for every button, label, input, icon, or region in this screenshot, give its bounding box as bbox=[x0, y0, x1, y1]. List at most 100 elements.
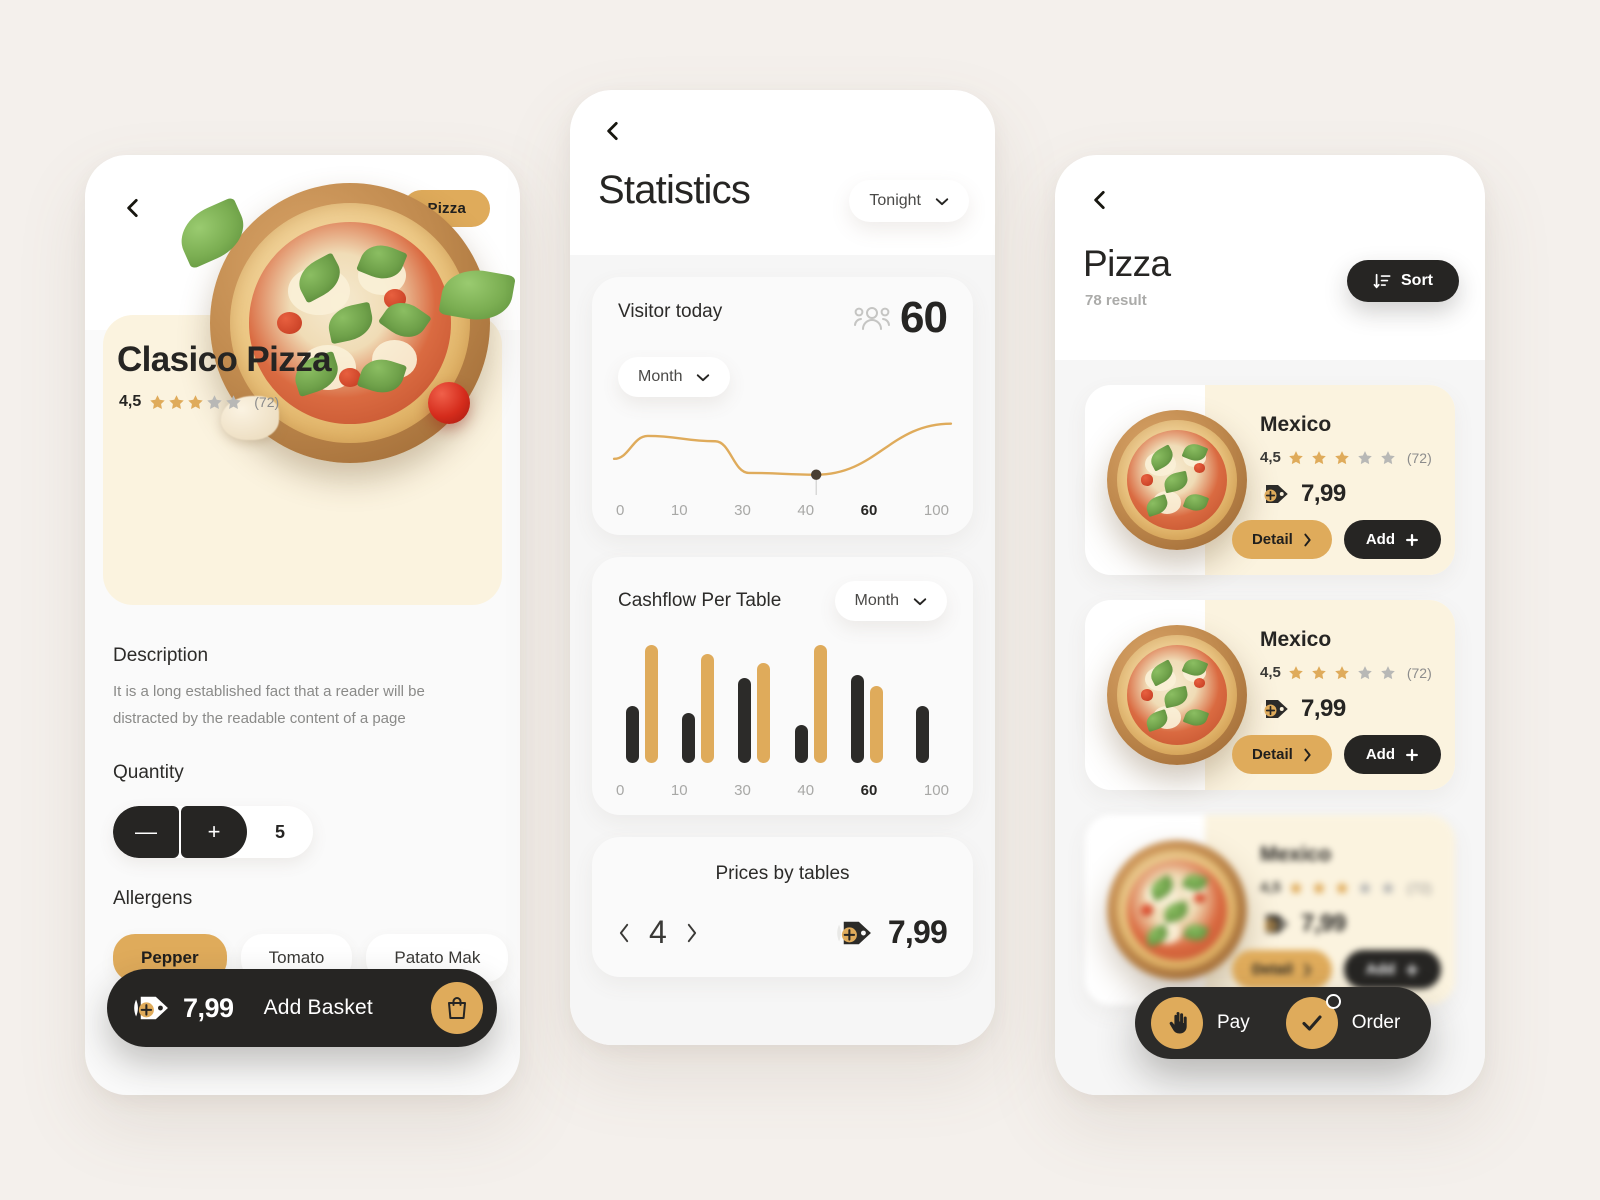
visitor-count-group: 60 bbox=[854, 293, 948, 343]
pizza-list-item[interactable]: Mexico 4,5 (72) 7,99 Detail Add bbox=[1085, 815, 1455, 1005]
item-price: 7,99 bbox=[1260, 910, 1432, 938]
chevron-right-icon bbox=[1304, 748, 1311, 761]
quantity-decrement-button[interactable]: — bbox=[113, 806, 179, 859]
shopping-bag-icon[interactable] bbox=[431, 982, 483, 1034]
pizza-list-item[interactable]: Mexico 4,5 (72) 7,99 Detail Add bbox=[1085, 385, 1455, 575]
price-tag-icon bbox=[837, 921, 871, 944]
chevron-right-icon[interactable] bbox=[685, 923, 698, 943]
add-button[interactable]: Add bbox=[1343, 950, 1441, 989]
star-icon bbox=[1312, 450, 1326, 464]
back-button[interactable] bbox=[600, 118, 626, 144]
rating-value: 4,5 bbox=[1260, 879, 1281, 896]
bar-dark bbox=[850, 674, 864, 763]
chevron-down-icon bbox=[913, 597, 927, 605]
cashflow-card-label: Cashflow Per Table bbox=[618, 590, 782, 611]
period-selector-value: Tonight bbox=[869, 192, 921, 209]
item-info: Mexico 4,5 (72) 7,99 bbox=[1260, 413, 1432, 508]
tomato-piece bbox=[1193, 893, 1205, 903]
basil-leaf bbox=[1147, 659, 1178, 687]
page-title: Pizza bbox=[1083, 243, 1171, 284]
tomato-piece bbox=[1193, 678, 1205, 688]
product-title: Clasico Pizza bbox=[117, 340, 332, 379]
chevron-left-icon[interactable] bbox=[618, 923, 631, 943]
order-button[interactable] bbox=[1285, 994, 1341, 1049]
axis-tick: 100 bbox=[923, 502, 949, 519]
rating-count: (72) bbox=[1406, 664, 1432, 681]
rating-count: (72) bbox=[1406, 449, 1432, 466]
pay-button[interactable] bbox=[1151, 997, 1203, 1049]
price-tag-icon bbox=[1260, 485, 1288, 503]
star-icon bbox=[207, 394, 222, 409]
basil-leaf bbox=[1147, 444, 1178, 472]
cashflow-range-selector[interactable]: Month bbox=[834, 581, 947, 621]
star-icon bbox=[1358, 665, 1372, 679]
detail-button[interactable]: Detail bbox=[1231, 950, 1332, 989]
star-icon bbox=[1335, 665, 1349, 679]
star-icon bbox=[1381, 450, 1395, 464]
cheese-blob bbox=[1182, 662, 1207, 683]
pizza-list-item[interactable]: Mexico 4,5 (72) 7,99 Detail Add bbox=[1085, 600, 1455, 790]
rating-count: (72) bbox=[254, 394, 280, 410]
basil-leaf bbox=[1144, 708, 1171, 732]
bar-group bbox=[618, 645, 666, 763]
detail-button[interactable]: Detail bbox=[1231, 735, 1332, 774]
prices-card-row: 4 7,99 bbox=[618, 914, 948, 951]
item-rating: 4,5 (72) bbox=[1260, 449, 1432, 466]
plus-icon bbox=[1406, 963, 1418, 976]
cashflow-chart-axis: 0 10 30 40 60 100 bbox=[592, 782, 973, 799]
description-text: It is a long established fact that a rea… bbox=[113, 683, 425, 727]
basil-leaf bbox=[1162, 470, 1190, 494]
cheese-blob bbox=[1144, 882, 1176, 906]
quantity-increment-button[interactable]: + bbox=[181, 806, 247, 859]
visitor-line-path bbox=[612, 422, 953, 476]
table-pager: 4 bbox=[618, 914, 698, 951]
table-number: 4 bbox=[649, 914, 667, 950]
axis-tick: 0 bbox=[616, 502, 625, 519]
sort-button[interactable]: Sort bbox=[1347, 260, 1459, 302]
cheese-blob bbox=[1144, 452, 1176, 476]
star-icon bbox=[1381, 665, 1395, 679]
list-header: Pizza 78 result Sort bbox=[1055, 155, 1485, 360]
detail-button-label: Detail bbox=[1251, 746, 1293, 763]
add-button-label: Add bbox=[1365, 746, 1395, 763]
pizza-list: Mexico 4,5 (72) 7,99 Detail Add Mexico 4,5 (72) 7… bbox=[1055, 360, 1485, 1095]
bar-dark bbox=[916, 706, 930, 763]
statistics-header: Statistics Tonight bbox=[570, 90, 995, 255]
item-price: 7,99 bbox=[1260, 480, 1432, 508]
detail-button[interactable]: Detail bbox=[1231, 520, 1332, 559]
price-tag-icon bbox=[1260, 915, 1288, 933]
phone-screen-statistics: Statistics Tonight Visitor today 60 Mont… bbox=[570, 90, 995, 1045]
statistics-body: Visitor today 60 Month 0 10 30 40 60 100… bbox=[570, 255, 995, 1045]
category-pill[interactable]: Pizza bbox=[403, 190, 490, 227]
add-button[interactable]: Add bbox=[1343, 735, 1441, 774]
cashflow-card-top: Cashflow Per Table Month bbox=[618, 581, 947, 621]
star-icon bbox=[1335, 880, 1349, 894]
rating-value: 4,5 bbox=[1260, 664, 1281, 681]
basil-leaf bbox=[1147, 874, 1178, 902]
basil-leaf bbox=[1162, 685, 1190, 709]
back-button[interactable] bbox=[120, 195, 146, 221]
add-basket-bar[interactable]: 7,99 Add Basket bbox=[107, 969, 497, 1047]
back-button[interactable] bbox=[1087, 187, 1113, 213]
order-group: Order bbox=[1285, 994, 1400, 1049]
star-icon bbox=[226, 394, 241, 409]
sort-descending-icon bbox=[1373, 273, 1391, 289]
product-rating: 4,5 (72) bbox=[119, 393, 279, 411]
add-button[interactable]: Add bbox=[1343, 520, 1441, 559]
phone-screen-product-detail: Pizza Clasico Pizza 4,5 (72) Description… bbox=[85, 155, 520, 1095]
basil-leaf bbox=[1144, 923, 1171, 947]
bar-dark bbox=[626, 706, 639, 763]
item-rating: 4,5 (72) bbox=[1260, 664, 1432, 681]
axis-tick: 0 bbox=[616, 782, 625, 799]
pay-label: Pay bbox=[1217, 1012, 1250, 1033]
visitor-count-value: 60 bbox=[900, 293, 948, 342]
item-actions: Detail Add bbox=[1231, 735, 1441, 774]
cheese-blob bbox=[1182, 447, 1207, 468]
chevron-right-icon bbox=[1304, 963, 1311, 976]
pay-order-action-bar: Pay Order bbox=[1135, 987, 1431, 1059]
chevron-right-icon bbox=[1304, 533, 1311, 546]
price-tag-icon bbox=[1260, 700, 1288, 718]
bar-gold bbox=[701, 654, 715, 763]
star-icon bbox=[1312, 880, 1326, 894]
period-selector[interactable]: Tonight bbox=[849, 180, 969, 222]
